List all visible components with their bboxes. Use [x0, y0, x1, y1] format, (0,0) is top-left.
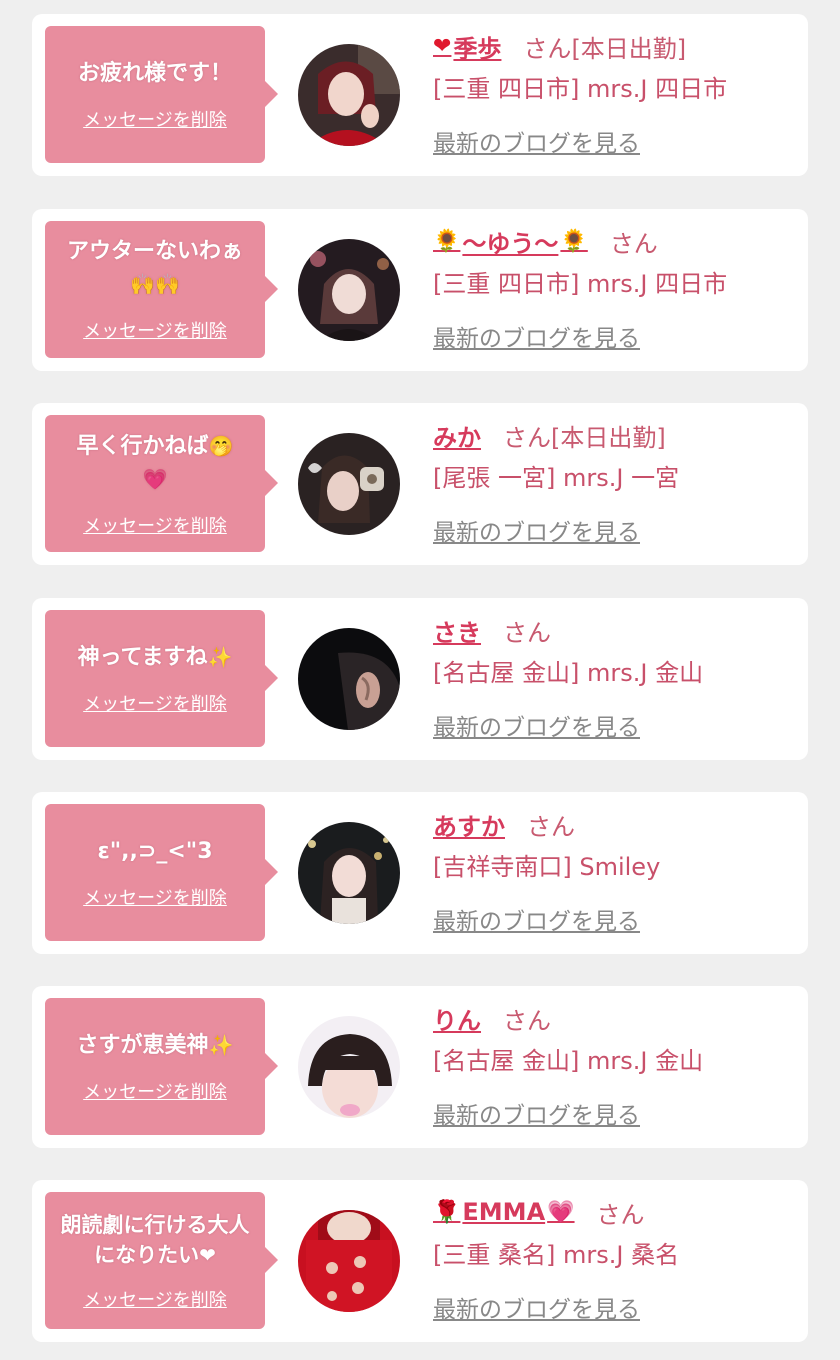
delete-message-link[interactable]: メッセージを削除: [83, 512, 227, 538]
list-item: アウターないわぁ 🙌🙌 メッセージを削除 🌻 〜ゆう〜 🌻 さん [三重 四日市…: [32, 209, 808, 371]
delete-message-link[interactable]: メッセージを削除: [83, 690, 227, 716]
honorific: さん: [596, 1200, 645, 1229]
message-bubble: 神ってますね✨ メッセージを削除: [45, 610, 278, 747]
avatar[interactable]: [298, 628, 400, 730]
message-text: 朗読劇に行ける大人になりたい❤: [60, 1212, 250, 1267]
shop-name: [三重 四日市] mrs.J 四日市: [433, 270, 728, 298]
message-bubble: さすが恵美神✨ メッセージを削除: [45, 998, 278, 1135]
message-text: お疲れ様です！: [77, 60, 232, 86]
message-bubble: 朗読劇に行ける大人になりたい❤ メッセージを削除: [45, 1192, 278, 1329]
message-bubble: ε",,⊃_<"3 メッセージを削除: [45, 804, 278, 941]
honorific: さん: [503, 618, 551, 647]
message-text: ε",,⊃_<"3: [97, 838, 213, 864]
honorific: さん: [609, 229, 658, 258]
message-text: さすが恵美神✨: [76, 1033, 234, 1058]
shop-name: [尾張 一宮] mrs.J 一宮: [433, 464, 680, 492]
pink-heart-icon: 💗: [547, 1199, 575, 1225]
smiling-face-icon: 🤭: [208, 433, 234, 458]
honorific: さん: [527, 812, 575, 841]
cast-name-link[interactable]: あすか: [433, 807, 505, 842]
rose-icon: 🌹: [433, 1199, 461, 1225]
delete-message-link[interactable]: メッセージを削除: [83, 1078, 227, 1104]
blog-link[interactable]: 最新のブログを見る: [433, 1096, 640, 1130]
cast-name-link[interactable]: さき: [433, 613, 481, 648]
status-badge: [本日出勤]: [571, 34, 687, 63]
delete-message-link[interactable]: メッセージを削除: [83, 1286, 227, 1312]
blog-link[interactable]: 最新のブログを見る: [433, 319, 640, 353]
shop-name: [名古屋 金山] mrs.J 金山: [433, 1047, 704, 1075]
cast-name-link[interactable]: 🌹 EMMA 💗: [433, 1198, 575, 1226]
blog-link[interactable]: 最新のブログを見る: [433, 513, 640, 547]
blog-link[interactable]: 最新のブログを見る: [433, 708, 640, 742]
honorific: さん: [503, 1006, 551, 1035]
sparkles-icon: ✨: [208, 1033, 234, 1057]
sparkles-icon: ✨: [207, 645, 233, 669]
shop-name: [吉祥寺南口] Smiley: [433, 853, 661, 881]
avatar[interactable]: [298, 433, 400, 535]
honorific: さん: [503, 423, 551, 452]
message-bubble: アウターないわぁ 🙌🙌 メッセージを削除: [45, 221, 278, 358]
message-text: 早く行かねば🤭 💗: [76, 433, 234, 491]
message-bubble: 早く行かねば🤭 💗 メッセージを削除: [45, 415, 278, 552]
raised-hands-icon: 🙌🙌: [130, 272, 180, 296]
blog-link[interactable]: 最新のブログを見る: [433, 124, 640, 158]
sunflower-icon: 🌻: [433, 228, 461, 254]
list-item: 朗読劇に行ける大人になりたい❤ メッセージを削除 🌹 EMMA 💗 さん [三重…: [32, 1180, 808, 1342]
shop-name: [三重 四日市] mrs.J 四日市: [433, 75, 728, 103]
avatar[interactable]: [298, 44, 400, 146]
delete-message-link[interactable]: メッセージを削除: [83, 884, 227, 910]
list-item: ε",,⊃_<"3 メッセージを削除 あすか さん [吉祥寺南口] Smiley…: [32, 792, 808, 954]
message-bubble: お疲れ様です！ メッセージを削除: [45, 26, 278, 163]
delete-message-link[interactable]: メッセージを削除: [83, 106, 227, 132]
message-list: お疲れ様です！ メッセージを削除 ❤ 季歩 さん [本日出勤] [三重 四日市]…: [0, 0, 840, 1360]
list-item: お疲れ様です！ メッセージを削除 ❤ 季歩 さん [本日出勤] [三重 四日市]…: [32, 14, 808, 176]
pink-heart-icon: 💗: [142, 466, 168, 491]
avatar[interactable]: [298, 1210, 400, 1312]
honorific: さん: [523, 34, 572, 63]
list-item: さすが恵美神✨ メッセージを削除 りん さん [名古屋 金山] mrs.J 金山…: [32, 986, 808, 1148]
shop-name: [三重 桑名] mrs.J 桑名: [433, 1241, 680, 1269]
cast-name-link[interactable]: ❤ 季歩: [433, 29, 501, 64]
avatar[interactable]: [298, 822, 400, 924]
cast-name-link[interactable]: 🌻 〜ゆう〜 🌻: [433, 224, 588, 259]
shop-name: [名古屋 金山] mrs.J 金山: [433, 659, 704, 687]
sunflower-icon: 🌻: [560, 228, 588, 254]
heart-icon: ❤: [199, 1242, 216, 1267]
list-item: 神ってますね✨ メッセージを削除 さき さん [名古屋 金山] mrs.J 金山…: [32, 598, 808, 760]
blog-link[interactable]: 最新のブログを見る: [433, 1290, 640, 1324]
list-item: 早く行かねば🤭 💗 メッセージを削除 みか さん [本日出勤] [尾張 一宮] m…: [32, 403, 808, 565]
red-heart-icon: ❤: [433, 33, 452, 59]
status-badge: [本日出勤]: [551, 423, 666, 452]
avatar[interactable]: [298, 1016, 400, 1118]
message-text: 神ってますね✨: [77, 645, 233, 670]
blog-link[interactable]: 最新のブログを見る: [433, 902, 640, 936]
cast-name-link[interactable]: みか: [433, 418, 481, 453]
message-text: アウターないわぁ 🙌🙌: [66, 239, 243, 296]
avatar[interactable]: [298, 239, 400, 341]
delete-message-link[interactable]: メッセージを削除: [83, 317, 227, 343]
cast-name-link[interactable]: りん: [433, 1001, 481, 1036]
